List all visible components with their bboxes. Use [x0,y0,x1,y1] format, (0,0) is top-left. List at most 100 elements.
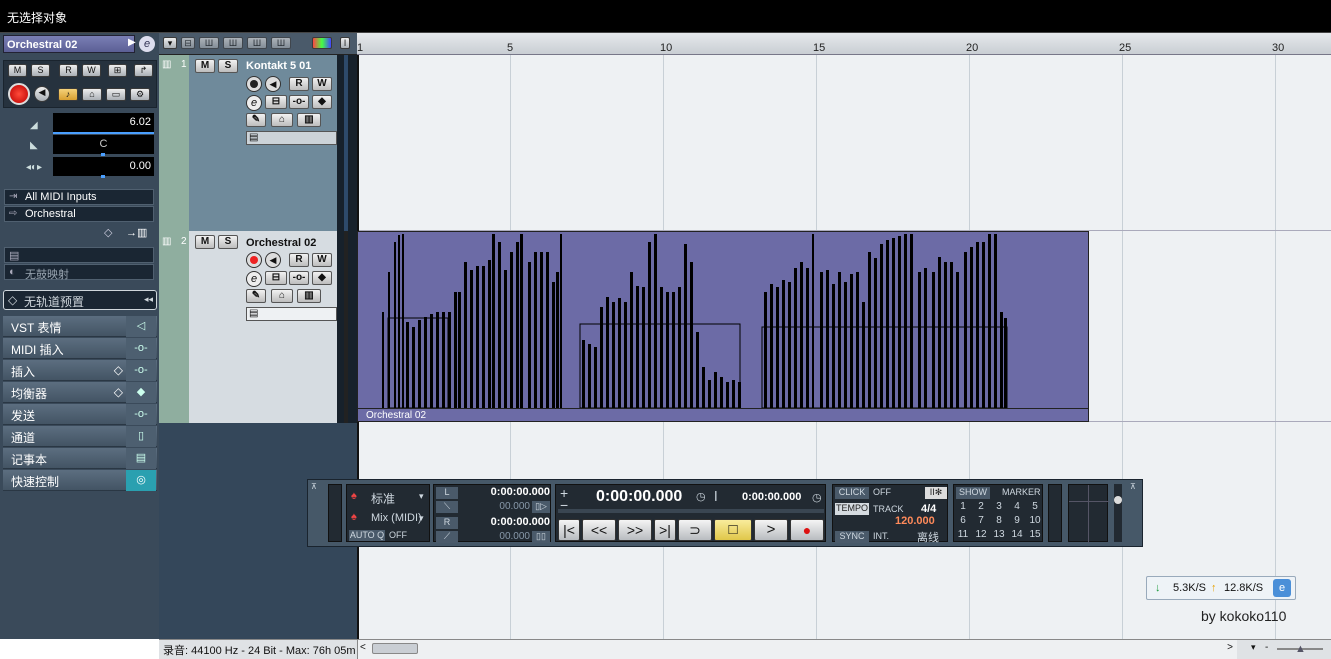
track-lock-icon[interactable]: ⌂ [271,113,293,127]
volume-readout[interactable]: 6.02 [53,113,154,132]
sync-button[interactable]: SYNC [835,531,869,543]
tempo-value[interactable]: 120.000 [895,515,935,527]
track-name[interactable]: Kontakt 5 01 [246,60,311,72]
position-slider[interactable] [558,509,824,513]
section-midi-insert[interactable]: MIDI 插入 -o- [3,338,157,359]
inspector-record-icon[interactable] [8,83,30,105]
inspector-lane-icon[interactable]: ▭ [106,88,126,101]
track-tool-icon-4[interactable]: Ш [247,37,267,49]
autoq-button[interactable]: AUTO Q [349,530,385,541]
section-quick-controls[interactable]: 快速控制 ◎ [3,470,157,491]
inspector-mute-button[interactable]: M [8,64,27,77]
marker-button[interactable]: 11 [954,529,972,543]
marker-button[interactable]: 5 [1026,501,1044,515]
go-to-end-button[interactable]: >| [654,519,676,541]
metronome-icon[interactable]: II✻ [925,487,947,499]
track-list-menu-icon[interactable]: ǀ [340,37,350,49]
marker-button[interactable]: 7 [972,515,990,529]
track-lock-icon[interactable]: ⌂ [271,289,293,303]
primary-time-clock-icon[interactable]: ◷ [696,490,706,503]
time-signature[interactable]: 4/4 [921,503,936,515]
delay-slider[interactable] [101,175,105,178]
marker-button[interactable]: 13 [990,529,1008,543]
track-notepad-icon[interactable]: ▤ [246,307,337,321]
mix-mode-icon[interactable]: ♠ [351,511,357,523]
right-locator-icon[interactable]: R [436,517,458,529]
track-mute-button[interactable]: M [195,59,215,73]
zoom-menu-icon[interactable]: ▾ [1251,642,1256,653]
marker-button[interactable]: 14 [1008,529,1026,543]
cycle-button[interactable]: ⊃ [678,519,712,541]
section-vst-expression[interactable]: VST 表情 ◁ [3,316,157,337]
inspector-grid-icon[interactable]: ⊞ [108,64,127,77]
track-read-button[interactable]: R [289,253,309,267]
drum-map-field[interactable]: ◐ 无鼓映射 [4,264,154,281]
marker-button[interactable]: 1 [954,501,972,515]
inspector-write-button[interactable]: W [82,64,101,77]
edit-channel-icon[interactable]: e [139,36,155,52]
scroll-left-icon[interactable]: < [360,642,366,653]
marker-button[interactable]: 8 [990,515,1008,529]
browser-icon[interactable]: e [1273,579,1291,597]
midi-output-field[interactable]: ⇨ Orchestral [4,206,154,222]
track-row[interactable]: ▥ 1 M S Kontakt 5 01 ◀ R W e ⊟ -o- ◆ ✎ ⌂… [159,55,357,231]
track-notepad-icon[interactable]: ▤ [246,131,337,145]
ruler[interactable]: 1 5 10 15 20 25 30 [357,33,1331,55]
stop-button[interactable]: □ [714,519,752,541]
marker-button[interactable]: 4 [1008,501,1026,515]
track-pencil-icon[interactable]: ✎ [246,289,266,303]
track-eq-icon[interactable]: ◆ [312,95,332,109]
transport-close-icon[interactable]: ⊼ [1130,482,1136,491]
inspector-read-button[interactable]: R [59,64,78,77]
track-write-button[interactable]: W [312,77,332,91]
track-tool-icon-3[interactable]: Ш [223,37,243,49]
horizontal-scrollbar[interactable]: < > [357,640,1237,659]
play-button[interactable]: > [754,519,788,541]
track-color-icon[interactable] [312,37,332,49]
track-piano-icon[interactable]: ▥ [297,113,321,127]
marker-button[interactable]: 2 [972,501,990,515]
section-eq[interactable]: 均衡器 ◇ ◆ [3,382,157,403]
track-piano-icon[interactable]: ▥ [297,289,321,303]
cycle-mode-icon[interactable]: ♠ [351,490,357,502]
marker-button[interactable]: 12 [972,529,990,543]
track-row[interactable]: ▥ 2 M S Orchestral 02 ◀ R W e ⊟ -o- ◆ ✎ … [159,231,357,423]
midi-part[interactable]: Orchestral 02 [357,231,1089,422]
secondary-time-display[interactable]: 0:00:00.000 [742,491,801,503]
inspector-settings-icon[interactable]: ⚙ [130,88,150,101]
transport-menu-icon[interactable]: ⊼ [311,482,317,491]
inspector-monitor-icon[interactable]: ◀ [34,86,50,102]
secondary-time-clock-icon[interactable]: ◷ [812,491,822,504]
tempo-button[interactable]: TEMPO [835,503,869,515]
punch-in-icon[interactable]: ⟍ [436,501,458,513]
midi-input-field[interactable]: ⇥ All MIDI Inputs [4,189,154,205]
inspector-solo-button[interactable]: S [31,64,50,77]
section-notepad[interactable]: 记事本 ▤ [3,448,157,469]
section-insert[interactable]: 插入 ◇ -o- [3,360,157,381]
track-lanes-icon[interactable]: ⊟ [265,95,287,109]
track-tool-icon-2[interactable]: Ш [199,37,219,49]
track-tool-icon-5[interactable]: Ш [271,37,291,49]
track-lanes-icon[interactable]: ⊟ [265,271,287,285]
track-insert-icon[interactable]: -o- [289,271,309,285]
mix-mode-arrow-icon[interactable]: ▾ [419,513,424,524]
left-locator-toggle-icon[interactable]: ▯▷ [532,501,550,513]
inspector-lock-icon[interactable]: ⌂ [82,88,102,101]
zoom-thumb-icon[interactable]: ▲ [1295,643,1306,655]
track-edit-icon[interactable]: e [246,95,262,111]
pan-slider[interactable] [101,153,105,156]
primary-time-display[interactable]: 0:00:00.000 [596,488,682,506]
record-mode-arrow-icon[interactable]: ▾ [419,491,424,502]
marker-button[interactable]: 3 [990,501,1008,515]
transport-panel[interactable]: ⊼ ♠ 标准 ▾ ♠ Mix (MIDI) ▾ AUTO Q OFF L 0:0… [307,479,1143,547]
collapse-tracks-icon[interactable]: ▾ [163,37,177,49]
channel-icon[interactable]: ◇ [104,226,112,239]
expand-arrow-icon[interactable]: ▶ [128,37,136,48]
click-button[interactable]: CLICK [835,487,869,499]
inspector-freeze-icon[interactable]: ↱ [134,64,153,77]
punch-out-icon[interactable]: ⟋ [436,531,458,543]
track-record-icon[interactable] [246,252,262,268]
left-locator-time[interactable]: 0:00:00.000 [464,486,550,498]
marker-button[interactable]: 6 [954,515,972,529]
marker-button[interactable]: 15 [1026,529,1044,543]
